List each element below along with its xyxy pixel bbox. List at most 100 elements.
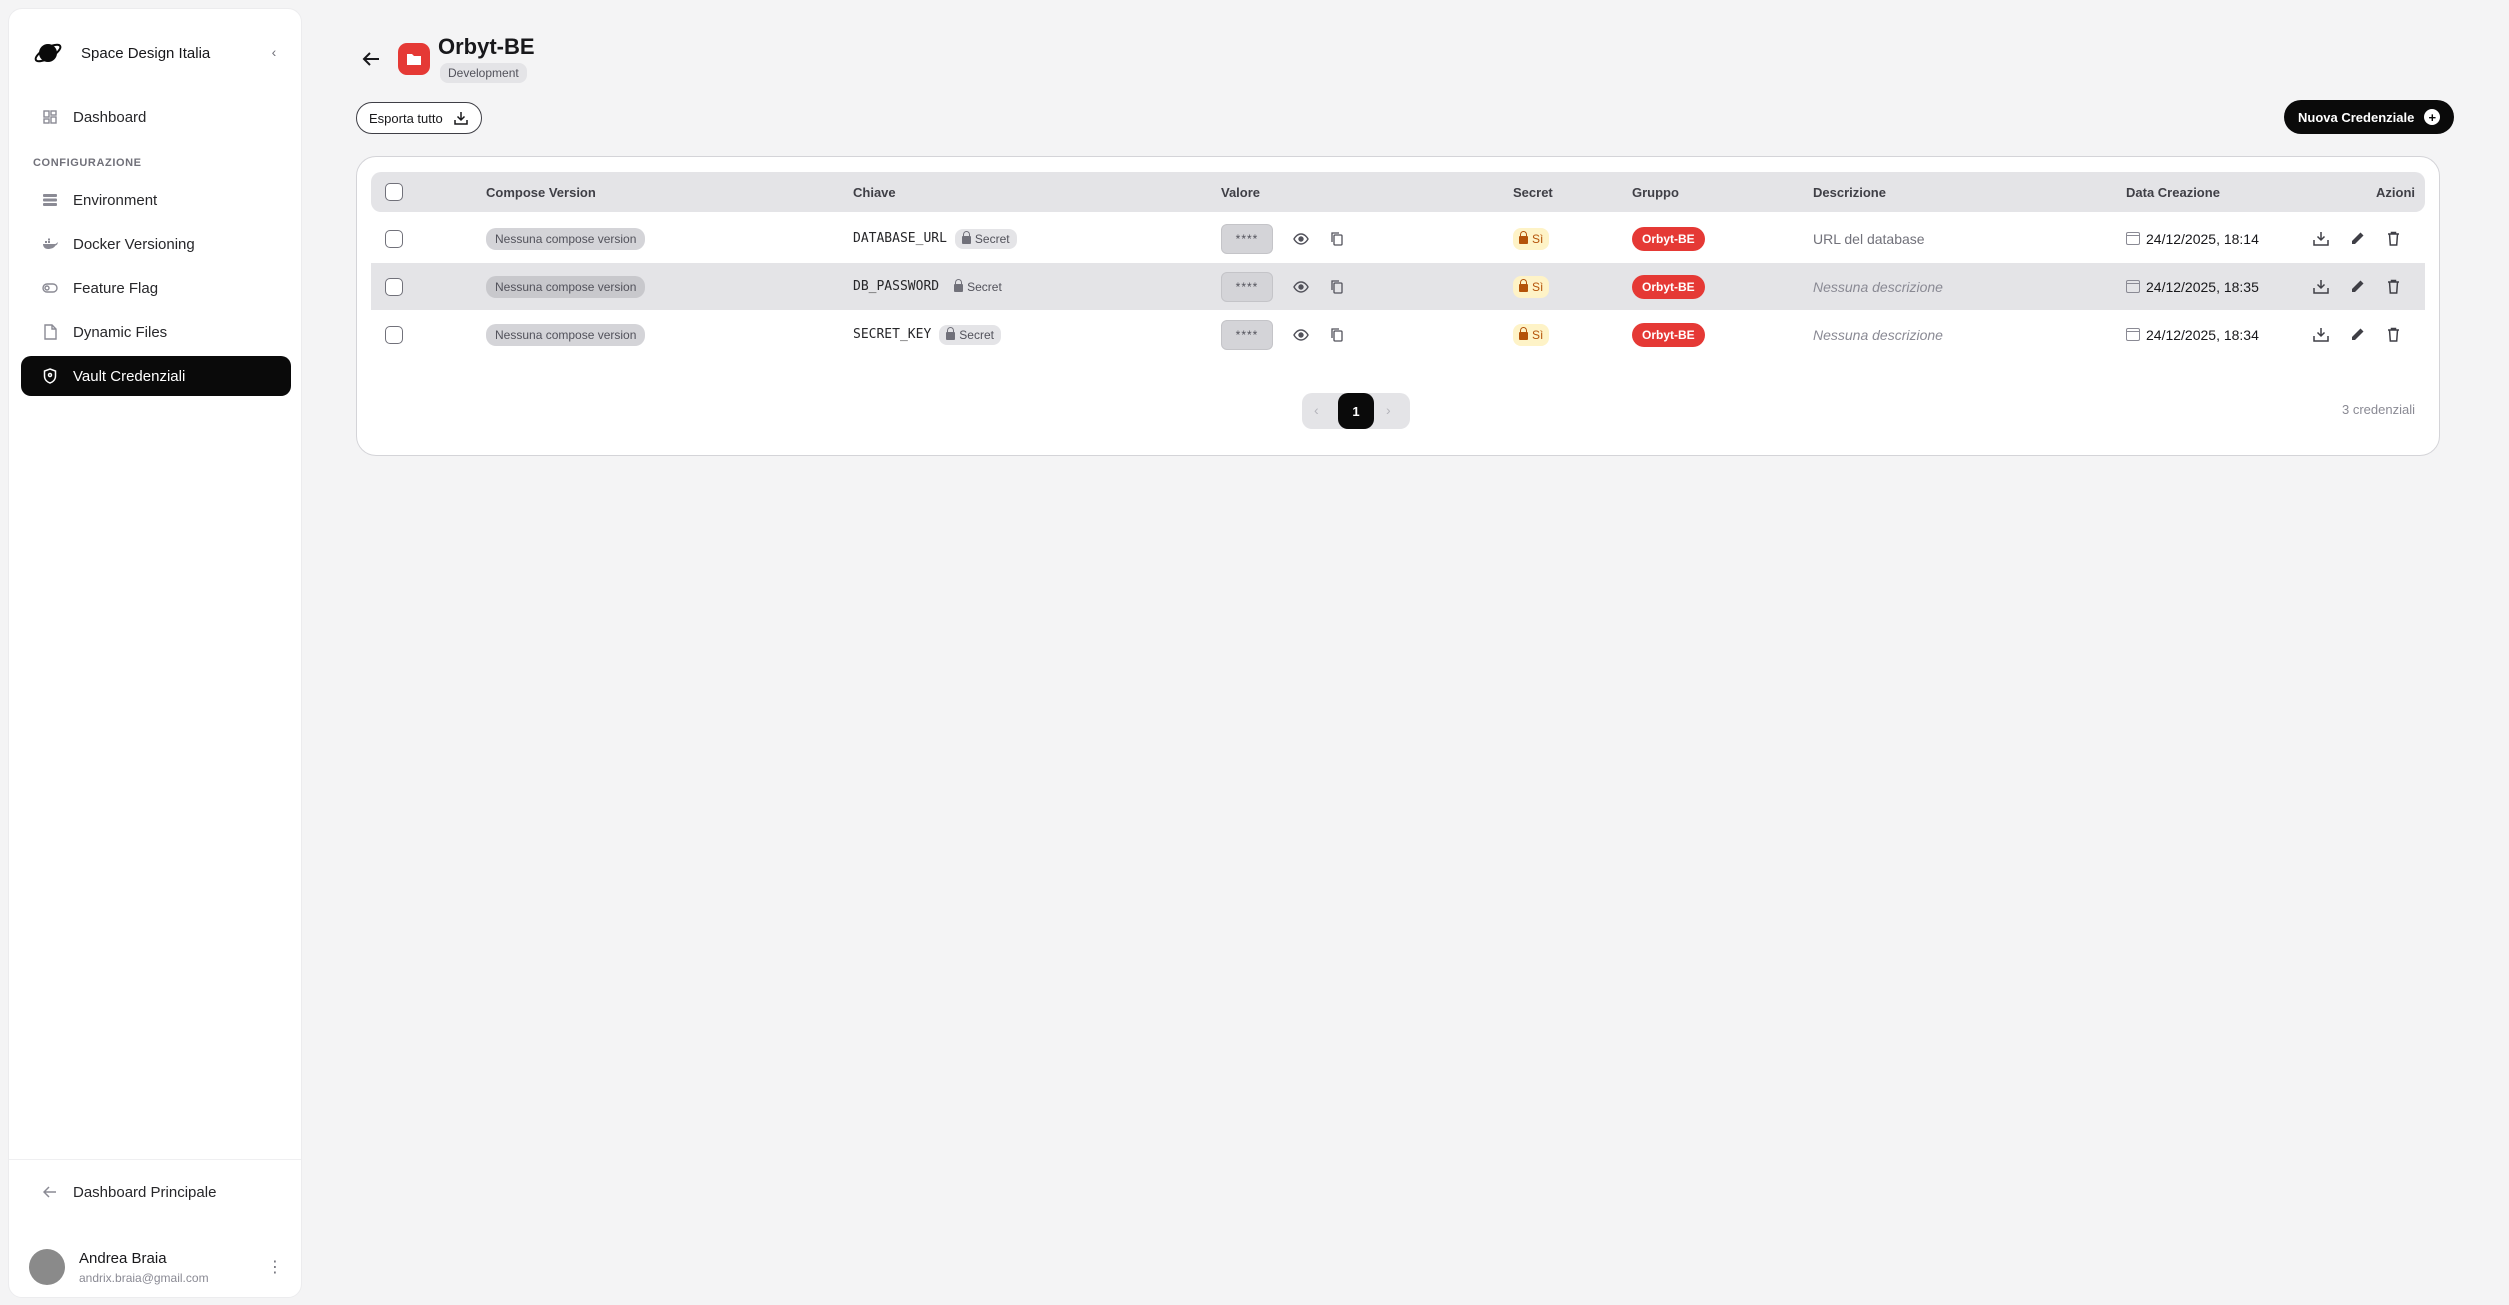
- sidebar-item-label: Environment: [73, 191, 158, 209]
- plus-icon: +: [2424, 109, 2441, 125]
- column-header-key[interactable]: Chiave: [853, 185, 896, 200]
- user-profile[interactable]: Andrea Braia andrix.braia@gmail.com ⋮: [29, 1245, 289, 1289]
- column-header-description[interactable]: Descrizione: [1813, 185, 1886, 200]
- created-date-text: 24/12/2025, 18:34: [2146, 326, 2259, 343]
- sidebar-item-label: Vault Credenziali: [73, 367, 186, 385]
- compose-version-pill: Nessuna compose version: [486, 275, 646, 298]
- table-row[interactable]: Nessuna compose version DB_PASSWORD Secr…: [371, 263, 2425, 310]
- calendar-icon: [2126, 232, 2140, 245]
- table-header: Compose Version Chiave Valore Secret Gru…: [371, 172, 2425, 212]
- back-to-main-dashboard[interactable]: Dashboard Principale: [21, 1172, 291, 1212]
- calendar-icon: [2126, 328, 2140, 341]
- edit-icon[interactable]: [2348, 230, 2366, 248]
- edit-icon[interactable]: [2348, 278, 2366, 296]
- lock-icon: [954, 278, 964, 292]
- column-header-value[interactable]: Valore: [1221, 185, 1260, 200]
- sidebar-item-environment[interactable]: Environment: [21, 180, 291, 220]
- row-checkbox[interactable]: [385, 325, 403, 344]
- group-badge: Orbyt-BE: [1632, 274, 1705, 299]
- prev-page-button[interactable]: ‹: [1314, 402, 1319, 418]
- export-all-label: Esporta tutto: [369, 110, 443, 126]
- delete-icon[interactable]: [2384, 230, 2402, 248]
- sidebar-item-dynamic-files[interactable]: Dynamic Files: [21, 312, 291, 352]
- collapse-sidebar-icon[interactable]: ‹: [265, 43, 283, 61]
- credential-key: DATABASE_URL: [853, 231, 947, 246]
- compose-version-pill: Nessuna compose version: [486, 323, 646, 346]
- lock-icon: [946, 326, 956, 340]
- avatar: [29, 1249, 65, 1285]
- row-checkbox[interactable]: [385, 277, 403, 296]
- download-icon[interactable]: [2312, 326, 2330, 344]
- column-header-compose[interactable]: Compose Version: [486, 185, 596, 200]
- table-row[interactable]: Nessuna compose version SECRET_KEY Secre…: [371, 311, 2425, 358]
- masked-value: ****: [1221, 271, 1273, 302]
- sidebar-item-label: Docker Versioning: [73, 235, 195, 253]
- docker-icon: [41, 235, 59, 253]
- sidebar-item-feature-flag[interactable]: Feature Flag: [21, 268, 291, 308]
- new-credential-button[interactable]: Nuova Credenziale +: [2284, 100, 2455, 134]
- compose-version-pill: Nessuna compose version: [486, 227, 646, 250]
- column-header-actions: Azioni: [2376, 185, 2415, 200]
- section-label: CONFIGURAZIONE: [33, 157, 142, 169]
- row-checkbox[interactable]: [385, 229, 403, 248]
- secret-tag: Secret: [939, 324, 1001, 345]
- sidebar-divider: [9, 1159, 301, 1160]
- created-date: 24/12/2025, 18:34: [2126, 327, 2259, 343]
- arrow-left-icon: [41, 1183, 59, 1201]
- column-header-group[interactable]: Gruppo: [1632, 185, 1679, 200]
- toggle-icon: [41, 279, 59, 297]
- secret-badge: Sì: [1513, 275, 1550, 298]
- secret-tag-label: Secret: [967, 279, 1002, 294]
- select-all-checkbox[interactable]: [385, 183, 403, 201]
- sidebar: Space Design Italia ‹ Dashboard CONFIGUR…: [8, 8, 302, 1298]
- description: URL del database: [1813, 230, 1925, 247]
- download-icon[interactable]: [2312, 230, 2330, 248]
- user-email: andrix.braia@gmail.com: [79, 1270, 209, 1285]
- shield-icon: [41, 367, 59, 385]
- arrow-left-icon: [362, 52, 379, 66]
- column-header-created[interactable]: Data Creazione: [2126, 185, 2220, 200]
- next-page-button[interactable]: ›: [1386, 402, 1391, 418]
- eye-icon[interactable]: [1293, 327, 1309, 343]
- secret-tag-label: Secret: [959, 327, 994, 342]
- eye-icon[interactable]: [1293, 279, 1309, 295]
- folder-icon: [398, 43, 430, 75]
- main-content: Orbyt-BE Development Esporta tutto Nuova…: [330, 8, 2464, 1298]
- brand[interactable]: Space Design Italia: [31, 35, 210, 71]
- eye-icon[interactable]: [1293, 231, 1309, 247]
- delete-icon[interactable]: [2384, 326, 2402, 344]
- masked-value: ****: [1221, 223, 1273, 254]
- server-icon: [41, 191, 59, 209]
- sidebar-item-vault-credenziali[interactable]: Vault Credenziali: [21, 356, 291, 396]
- copy-icon[interactable]: [1329, 279, 1345, 295]
- more-vertical-icon[interactable]: ⋮: [267, 1257, 283, 1277]
- sidebar-item-dashboard[interactable]: Dashboard: [21, 97, 291, 137]
- copy-icon[interactable]: [1329, 327, 1345, 343]
- lock-icon: [1519, 230, 1528, 244]
- masked-value: ****: [1221, 319, 1273, 350]
- group-badge: Orbyt-BE: [1632, 322, 1705, 347]
- secret-badge: Sì: [1513, 227, 1550, 250]
- sidebar-item-label: Dynamic Files: [73, 323, 168, 341]
- export-all-button[interactable]: Esporta tutto: [356, 102, 482, 134]
- table-row[interactable]: Nessuna compose version DATABASE_URL Sec…: [371, 215, 2425, 262]
- secret-badge-label: Sì: [1532, 327, 1544, 342]
- new-credential-label: Nuova Credenziale: [2298, 109, 2415, 125]
- secret-badge: Sì: [1513, 323, 1550, 346]
- download-icon[interactable]: [2312, 278, 2330, 296]
- grid-icon: [41, 108, 59, 126]
- copy-icon[interactable]: [1329, 231, 1345, 247]
- calendar-icon: [2126, 280, 2140, 293]
- back-button[interactable]: [358, 46, 384, 72]
- page-title: Orbyt-BE: [438, 34, 535, 59]
- page-1-button[interactable]: 1: [1338, 393, 1374, 429]
- delete-icon[interactable]: [2384, 278, 2402, 296]
- sidebar-item-docker-versioning[interactable]: Docker Versioning: [21, 224, 291, 264]
- edit-icon[interactable]: [2348, 326, 2366, 344]
- column-header-secret[interactable]: Secret: [1513, 185, 1553, 200]
- secret-tag-label: Secret: [974, 231, 1010, 246]
- credential-key: SECRET_KEY: [853, 327, 932, 342]
- pagination: ‹ 1 ›: [1302, 393, 1410, 429]
- credential-key: DB_PASSWORD: [853, 279, 940, 294]
- sidebar-item-label: Feature Flag: [73, 279, 159, 297]
